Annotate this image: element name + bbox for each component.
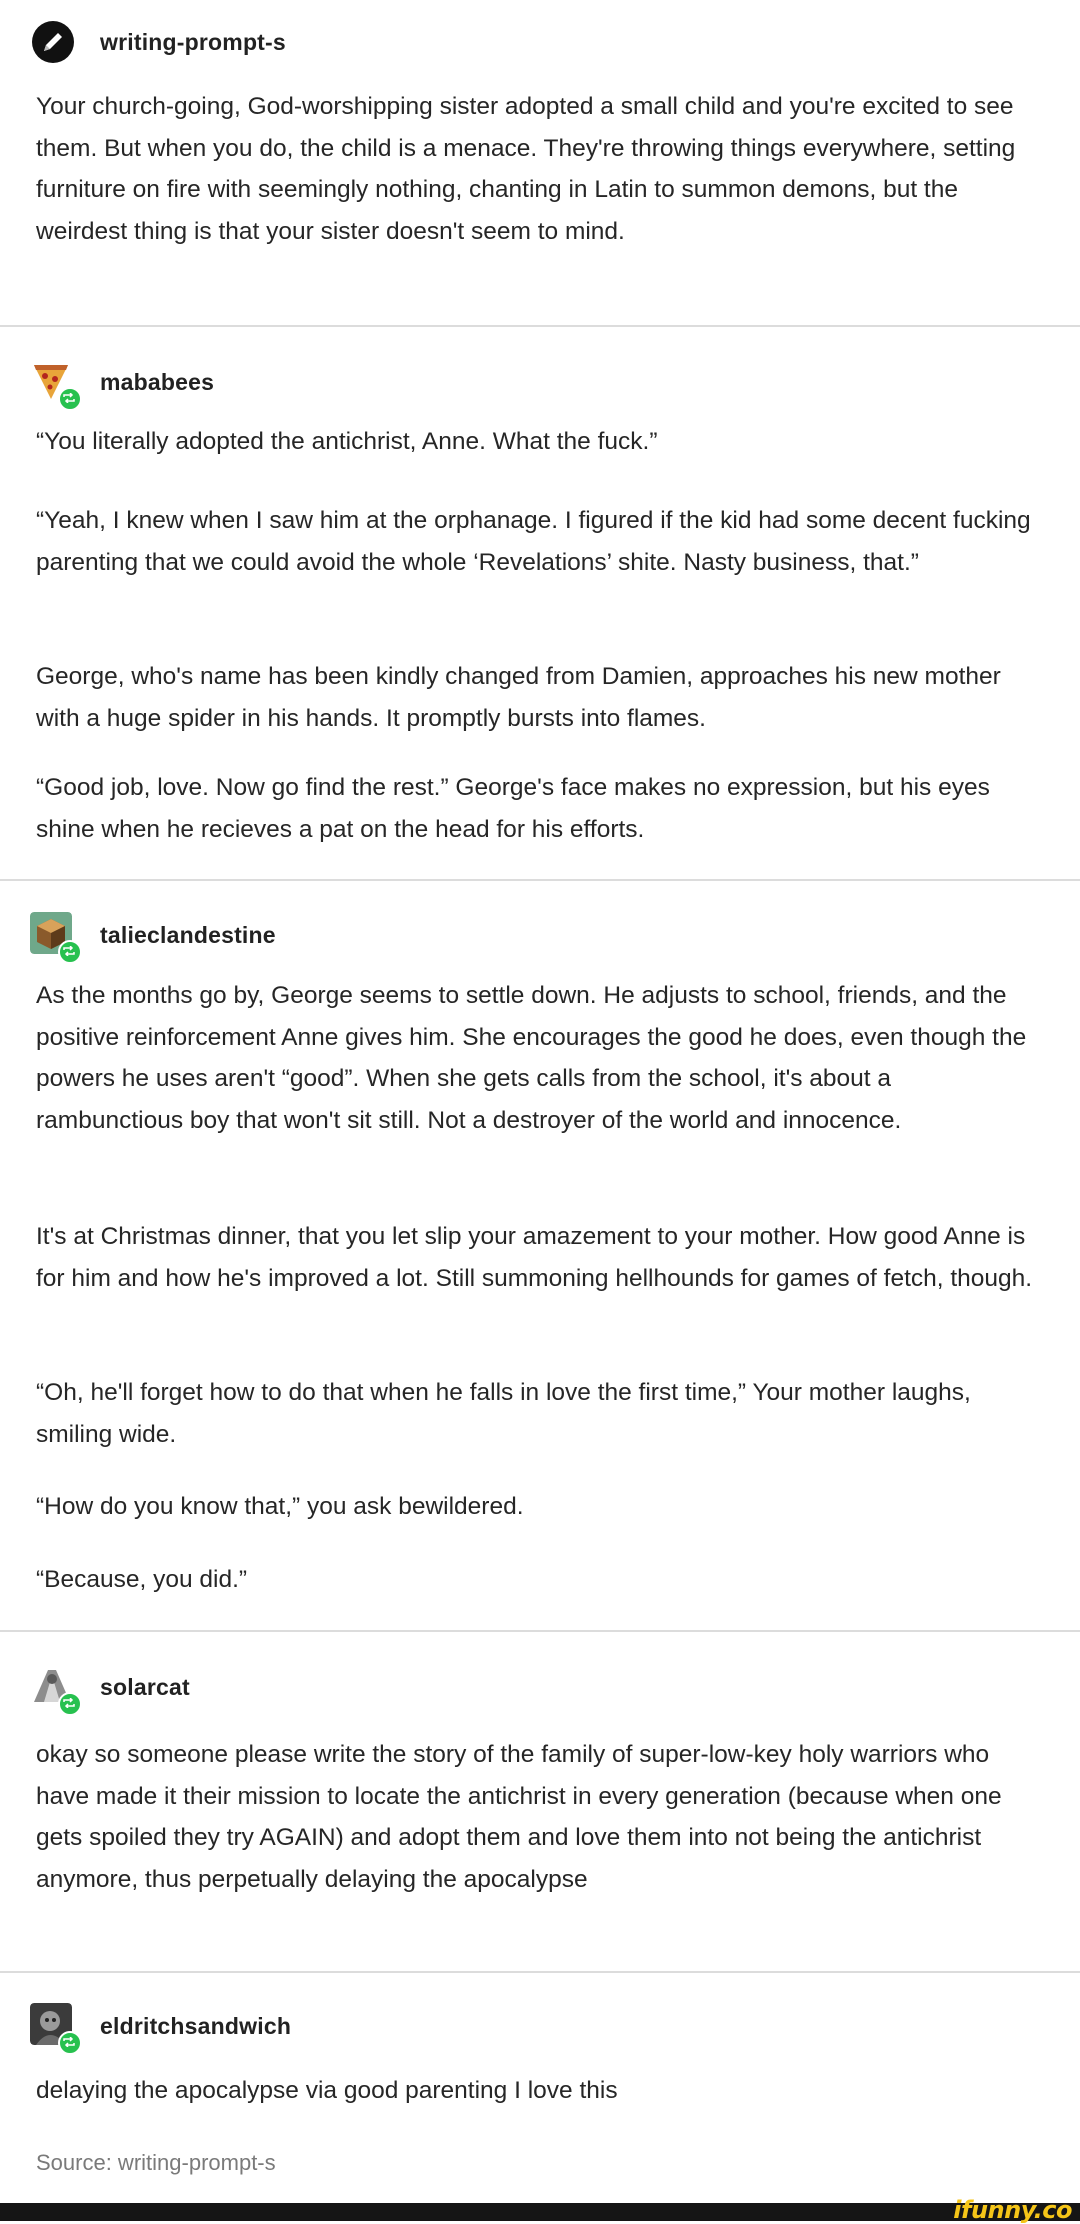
post-paragraph: “Because, you did.” (36, 1566, 248, 1593)
post-paragraph: delaying the apocalypse via good parenti… (36, 2077, 618, 2104)
cube-avatar-icon[interactable] (30, 912, 82, 964)
username[interactable]: writing-prompt-s (100, 29, 286, 56)
username[interactable]: mababees (100, 369, 214, 396)
pencil-icon[interactable] (30, 19, 76, 65)
reblog-badge-icon (58, 387, 82, 411)
post-paragraph: George, who's name has been kindly chang… (36, 663, 1001, 732)
post-paragraph: “Yeah, I knew when I saw him at the orph… (36, 507, 1031, 576)
divider (0, 1630, 1080, 1632)
post-header-solarcat: solarcat (30, 1657, 190, 1717)
post-paragraph: As the months go by, George seems to set… (36, 982, 1027, 1134)
post-paragraph: “You literally adopted the antichrist, A… (36, 428, 658, 455)
source-link[interactable]: Source: writing-prompt-s (36, 2150, 276, 2176)
divider (0, 879, 1080, 881)
reblog-badge-icon (58, 2031, 82, 2055)
username[interactable]: solarcat (100, 1674, 190, 1701)
post-paragraph: “Good job, love. Now go find the rest.” … (36, 774, 990, 843)
divider (0, 325, 1080, 327)
post-header-eldritchsandwich: eldritchsandwich (30, 1996, 291, 2056)
reblog-badge-icon (58, 940, 82, 964)
post-header-writing-prompt-s: writing-prompt-s (30, 12, 286, 72)
watermark-bar (0, 2203, 1080, 2221)
reblog-badge-icon (58, 1692, 82, 1716)
pizza-avatar-icon[interactable] (30, 359, 82, 411)
ifunny-watermark: ifunny.co (953, 2196, 1072, 2224)
username[interactable]: talieclandestine (100, 922, 276, 949)
post-paragraph: okay so someone please write the story o… (36, 1741, 1002, 1893)
post-paragraph: “Oh, he'll forget how to do that when he… (36, 1379, 971, 1448)
post-paragraph: It's at Christmas dinner, that you let s… (36, 1223, 1033, 1292)
divider (0, 1971, 1080, 1973)
post-header-talieclandestine: talieclandestine (30, 905, 276, 965)
post-paragraph: “How do you know that,” you ask bewilder… (36, 1493, 524, 1520)
post-body: Your church-going, God-worshipping siste… (36, 93, 1016, 245)
username[interactable]: eldritchsandwich (100, 2013, 291, 2040)
anime-avatar-icon[interactable] (30, 1664, 82, 1716)
post-header-mababees: mababees (30, 352, 214, 412)
portrait-avatar-icon[interactable] (30, 2003, 82, 2055)
